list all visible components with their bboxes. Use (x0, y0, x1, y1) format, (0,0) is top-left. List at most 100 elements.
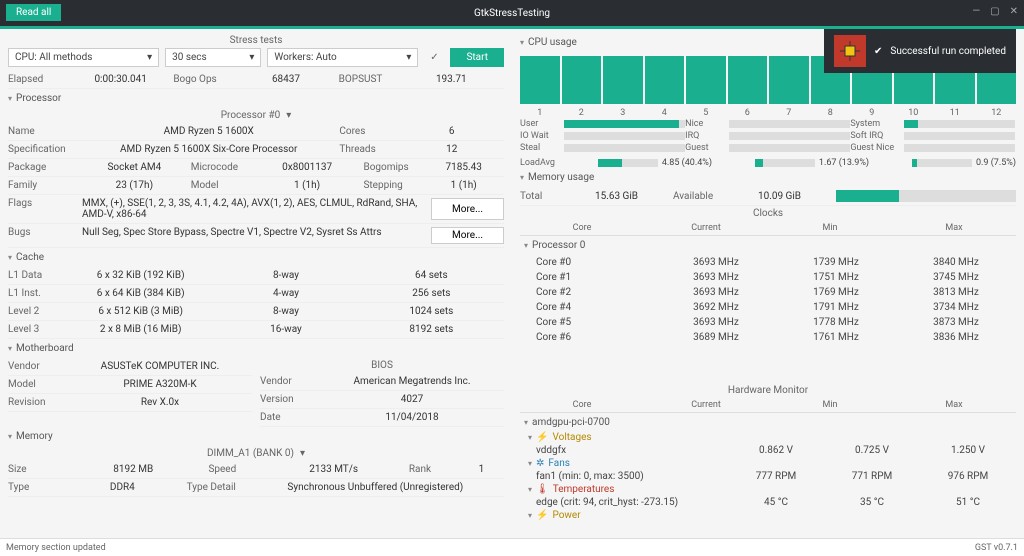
loadavg-15-bar (912, 159, 972, 167)
iowait-bar (564, 132, 685, 140)
fans-toggle[interactable]: ▾✲Fans (520, 458, 1016, 469)
cache-row: L1 Inst.6 x 64 KiB (384 KiB)4-way256 set… (8, 285, 504, 303)
cpu-core-bar (645, 56, 685, 104)
mem-speed-value: 2133 MT/s (258, 464, 408, 475)
thermometer-icon: 🌡 (536, 484, 549, 495)
steal-bar (564, 144, 685, 152)
mem-detail-value: Synchronous Unbuffered (Unregistered) (247, 482, 504, 493)
cpu-methods-dropdown[interactable]: CPU: All methods▾ (8, 48, 159, 67)
bios-ver-label: Version (260, 394, 320, 405)
loadavg-label: LoadAvg (520, 158, 555, 168)
mem-detail-label: Type Detail (187, 482, 247, 493)
cpu-core-number: 4 (645, 108, 685, 118)
cpu-core-number: 2 (562, 108, 602, 118)
start-button[interactable]: Start (450, 48, 504, 67)
voltages-toggle[interactable]: ▾⚡Voltages (520, 432, 1016, 443)
chevron-down-icon: ▾ (300, 448, 305, 459)
minimize-icon[interactable]: — (972, 6, 980, 17)
bolt-icon: ⚡ (536, 432, 548, 443)
mem-total-value: 15.63 GiB (560, 191, 673, 202)
cpu-core-bar (562, 56, 602, 104)
flags-more-button[interactable]: More... (431, 198, 504, 220)
mobo-rev-value: Rev X.0x (68, 397, 252, 408)
mobo-model-label: Model (8, 379, 68, 390)
mem-speed-label: Speed (208, 464, 258, 475)
bogomips-label: Bogomips (363, 162, 423, 173)
chevron-down-icon: ▾ (406, 52, 411, 63)
mobo-model-value: PRIME A320M-K (68, 379, 252, 390)
mem-avail-label: Available (673, 191, 723, 202)
loadavg-1-bar (598, 159, 658, 167)
workers-dropdown[interactable]: Workers: Auto▾ (267, 48, 418, 67)
memory-section-toggle[interactable]: Memory (8, 427, 504, 446)
hw-device-toggle[interactable]: amdgpu-pci-0700 (520, 413, 1016, 432)
name-label: Name (8, 126, 78, 137)
right-panel: CPU usage 123456789101112 User Nice Syst… (512, 29, 1024, 538)
guestnice-bar (904, 144, 1015, 152)
power-toggle[interactable]: ▾⚡Power (520, 510, 1016, 521)
duration-dropdown[interactable]: 30 secs▾ (165, 48, 261, 67)
bogo-label: Bogo Ops (173, 74, 233, 85)
mobo-vendor-label: Vendor (8, 361, 68, 372)
softirq-bar (904, 132, 1015, 140)
mem-usage-toggle[interactable]: Memory usage (520, 168, 1016, 187)
softirq-label: Soft IRQ (850, 131, 900, 141)
ucode-value: 0x8001137 (251, 162, 364, 173)
mem-type-value: DDR4 (58, 482, 187, 493)
cache-section-toggle[interactable]: Cache (8, 248, 504, 267)
loadavg-5-bar (755, 159, 815, 167)
threads-label: Threads (339, 144, 399, 155)
cpu-icon (834, 35, 866, 67)
cores-label: Cores (339, 126, 399, 137)
check-icon: ✔ (874, 46, 882, 57)
flags-value: MMX, (+), SSE(1, 2, 3, 3S, 4.1, 4.2, 4A)… (78, 198, 431, 220)
threads-value: 12 (399, 144, 504, 155)
name-value: AMD Ryzen 5 1600X (78, 126, 339, 137)
close-icon[interactable]: ✕ (1010, 6, 1018, 17)
ucode-label: Microcode (191, 162, 251, 173)
spec-value: AMD Ryzen 5 1600X Six-Core Processor (78, 144, 339, 155)
guest-bar (729, 144, 850, 152)
elapsed-label: Elapsed (8, 74, 68, 85)
rate-label: BOPSUST (339, 74, 399, 85)
titlebar: Read all GtkStressTesting — ▢ ✕ (0, 0, 1024, 26)
iowait-label: IO Wait (520, 131, 560, 141)
clock-row: Core #63689 MHz1761 MHz3836 MHz (520, 330, 1016, 345)
hw-row: fan1 (min: 0, max: 3500)777 RPM771 RPM97… (520, 469, 1016, 484)
stress-header: Stress tests (8, 35, 504, 46)
clocks-table-header: CoreCurrentMinMax (520, 221, 1016, 236)
checkbox[interactable]: ✓ (424, 52, 444, 63)
clock-row: Core #03693 MHz1739 MHz3840 MHz (520, 255, 1016, 270)
guestnice-label: Guest Nice (850, 143, 900, 153)
hw-row: edge (crit: 94, crit_hyst: -273.15)45 °C… (520, 495, 1016, 510)
memory-bank-selector[interactable]: DIMM_A1 (BANK 0)▾ (8, 446, 504, 461)
clock-row: Core #13693 MHz1751 MHz3745 MHz (520, 270, 1016, 285)
clocks-proc-toggle[interactable]: Processor 0 (520, 236, 1016, 255)
temps-toggle[interactable]: ▾🌡Temperatures (520, 484, 1016, 495)
cache-row: Level 32 x 8 MiB (16 MiB)16-way8192 sets (8, 321, 504, 339)
mobo-rev-label: Revision (8, 397, 68, 408)
toast-notification: ✔ Successful run completed (824, 29, 1016, 73)
bugs-value: Null Seg, Spec Store Bypass, Spectre V1,… (78, 227, 431, 244)
processor-section-toggle[interactable]: Processor (8, 89, 504, 108)
chevron-down-icon: ▾ (286, 110, 291, 121)
mobo-section-toggle[interactable]: Motherboard (8, 339, 504, 358)
system-bar (904, 120, 1015, 128)
nice-bar (729, 120, 850, 128)
cpu-core-bar (769, 56, 809, 104)
processor-selector[interactable]: Processor #0▾ (8, 108, 504, 123)
cpu-core-number: 7 (769, 108, 809, 118)
clock-row: Core #53693 MHz1778 MHz3873 MHz (520, 315, 1016, 330)
clock-row: Core #23693 MHz1769 MHz3813 MHz (520, 285, 1016, 300)
clock-row: Core #43692 MHz1791 MHz3734 MHz (520, 300, 1016, 315)
window-title: GtkStressTesting (474, 8, 550, 19)
bugs-more-button[interactable]: More... (431, 227, 504, 244)
window-controls: — ▢ ✕ (972, 6, 1018, 17)
read-all-button[interactable]: Read all (6, 4, 61, 21)
cache-row: L1 Data6 x 32 KiB (192 KiB)8-way64 sets (8, 267, 504, 285)
family-label: Family (8, 180, 78, 191)
cpu-core-bar (520, 56, 560, 104)
maximize-icon[interactable]: ▢ (990, 6, 999, 17)
status-bar: Memory section updated GST v0.7.1 (0, 538, 1024, 556)
status-left: Memory section updated (6, 543, 106, 553)
